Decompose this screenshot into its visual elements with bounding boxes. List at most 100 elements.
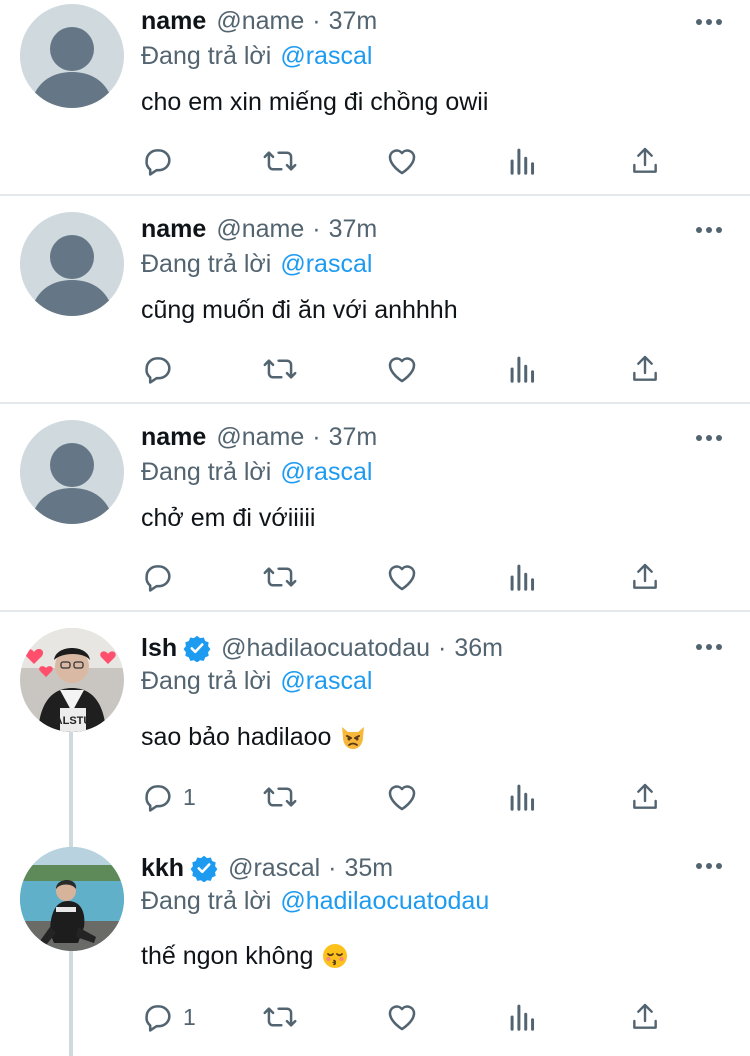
timestamp[interactable]: 37m bbox=[329, 7, 378, 36]
reply-icon bbox=[141, 144, 175, 178]
reply-button[interactable]: 1 bbox=[141, 777, 196, 817]
reply-count: 1 bbox=[183, 1003, 196, 1030]
user-handle[interactable]: @name bbox=[216, 215, 304, 244]
share-icon bbox=[629, 780, 661, 814]
reply-button[interactable] bbox=[141, 141, 183, 181]
retweet-icon bbox=[262, 780, 298, 814]
more-icon[interactable] bbox=[694, 15, 724, 29]
timestamp[interactable]: 37m bbox=[329, 423, 378, 452]
retweet-button[interactable] bbox=[262, 997, 298, 1037]
analytics-button[interactable] bbox=[508, 557, 538, 597]
tweet-text: cho em xin miếng đi chồng owii bbox=[141, 87, 489, 116]
user-handle[interactable]: @name bbox=[216, 423, 304, 452]
analytics-button[interactable] bbox=[508, 997, 538, 1037]
tweet-text: sao bảo hadilaoo bbox=[141, 719, 367, 755]
mention-link[interactable]: @rascal bbox=[280, 667, 372, 696]
reply-button[interactable] bbox=[141, 349, 183, 389]
mention-link[interactable]: @rascal bbox=[280, 42, 372, 71]
mention-link[interactable]: @rascal bbox=[280, 458, 372, 487]
default-avatar[interactable] bbox=[20, 4, 124, 108]
retweet-icon bbox=[262, 144, 298, 178]
replying-to-label: Đang trả lời bbox=[141, 249, 272, 278]
tweet-text-content: sao bảo hadilaoo bbox=[141, 722, 332, 751]
like-button[interactable] bbox=[385, 349, 419, 389]
default-avatar[interactable] bbox=[20, 420, 124, 524]
display-name[interactable]: name bbox=[141, 215, 206, 244]
analytics-button[interactable] bbox=[508, 349, 538, 389]
share-button[interactable] bbox=[629, 997, 661, 1037]
reply-button[interactable]: 1 bbox=[141, 997, 196, 1037]
timestamp[interactable]: 35m bbox=[345, 854, 394, 883]
more-icon[interactable] bbox=[694, 431, 724, 445]
like-icon bbox=[385, 560, 419, 594]
tweet-header: name @name · 37m bbox=[141, 211, 377, 247]
more-icon[interactable] bbox=[694, 859, 724, 873]
like-button[interactable] bbox=[385, 141, 419, 181]
pouting-cat-emoji bbox=[339, 723, 367, 751]
like-icon bbox=[385, 352, 419, 386]
retweet-button[interactable] bbox=[262, 557, 298, 597]
user-handle[interactable]: @hadilaocuatodau bbox=[221, 634, 430, 663]
photo-avatar[interactable] bbox=[20, 847, 124, 951]
retweet-button[interactable] bbox=[262, 349, 298, 389]
retweet-icon bbox=[262, 560, 298, 594]
tweet-divider bbox=[0, 610, 750, 612]
mention-link[interactable]: @rascal bbox=[280, 250, 372, 279]
tweet-text: thế ngon không bbox=[141, 938, 349, 974]
photo-avatar[interactable]: ALSTU bbox=[20, 628, 124, 732]
tweet-actions: 1 bbox=[0, 777, 750, 817]
display-name[interactable]: name bbox=[141, 423, 206, 452]
retweet-button[interactable] bbox=[262, 777, 298, 817]
replying-to: Đang trả lời @hadilaocuatodau bbox=[141, 884, 489, 918]
tweet-actions bbox=[0, 349, 750, 389]
analytics-button[interactable] bbox=[508, 141, 538, 181]
share-button[interactable] bbox=[629, 777, 661, 817]
separator-dot: · bbox=[438, 633, 447, 662]
tweet-header: name @name · 37m bbox=[141, 3, 377, 39]
separator-dot: · bbox=[312, 6, 321, 35]
replying-to-label: Đang trả lời bbox=[141, 886, 272, 915]
reply-icon bbox=[141, 352, 175, 386]
like-button[interactable] bbox=[385, 777, 419, 817]
display-name[interactable]: kkh bbox=[141, 854, 184, 883]
tweet-text: cũng muốn đi ăn với anhhhh bbox=[141, 295, 458, 324]
timestamp[interactable]: 37m bbox=[329, 215, 378, 244]
tweet-divider bbox=[0, 402, 750, 404]
retweet-icon bbox=[262, 1000, 298, 1034]
share-button[interactable] bbox=[629, 141, 661, 181]
replying-to-label: Đang trả lời bbox=[141, 41, 272, 70]
reply-button[interactable] bbox=[141, 557, 183, 597]
replying-to: Đang trả lời @rascal bbox=[141, 39, 372, 73]
tweet-actions bbox=[0, 557, 750, 597]
replying-to: Đang trả lời @rascal bbox=[141, 247, 372, 281]
reply-icon bbox=[141, 1000, 175, 1034]
share-button[interactable] bbox=[629, 557, 661, 597]
default-avatar[interactable] bbox=[20, 212, 124, 316]
tweet-text: chở em đi vớiiiii bbox=[141, 503, 316, 532]
share-icon bbox=[629, 560, 661, 594]
timestamp[interactable]: 36m bbox=[454, 634, 503, 663]
retweet-button[interactable] bbox=[262, 141, 298, 181]
share-button[interactable] bbox=[629, 349, 661, 389]
kissing-face-closed-eyes-emoji bbox=[321, 942, 349, 970]
like-icon bbox=[385, 144, 419, 178]
reply-count: 1 bbox=[183, 783, 196, 810]
more-icon[interactable] bbox=[694, 640, 724, 654]
display-name[interactable]: lsh bbox=[141, 634, 177, 663]
analytics-icon bbox=[508, 560, 538, 594]
user-handle[interactable]: @name bbox=[216, 7, 304, 36]
replying-to: Đang trả lời @rascal bbox=[141, 664, 372, 698]
analytics-icon bbox=[508, 352, 538, 386]
analytics-icon bbox=[508, 780, 538, 814]
like-button[interactable] bbox=[385, 997, 419, 1037]
display-name[interactable]: name bbox=[141, 7, 206, 36]
like-button[interactable] bbox=[385, 557, 419, 597]
tweet-header: lsh @hadilaocuatodau · 36m bbox=[141, 630, 503, 666]
more-icon[interactable] bbox=[694, 223, 724, 237]
tweet-divider bbox=[0, 194, 750, 196]
mention-link[interactable]: @hadilaocuatodau bbox=[280, 887, 489, 916]
separator-dot: · bbox=[312, 214, 321, 243]
like-icon bbox=[385, 780, 419, 814]
analytics-button[interactable] bbox=[508, 777, 538, 817]
user-handle[interactable]: @rascal bbox=[228, 854, 320, 883]
